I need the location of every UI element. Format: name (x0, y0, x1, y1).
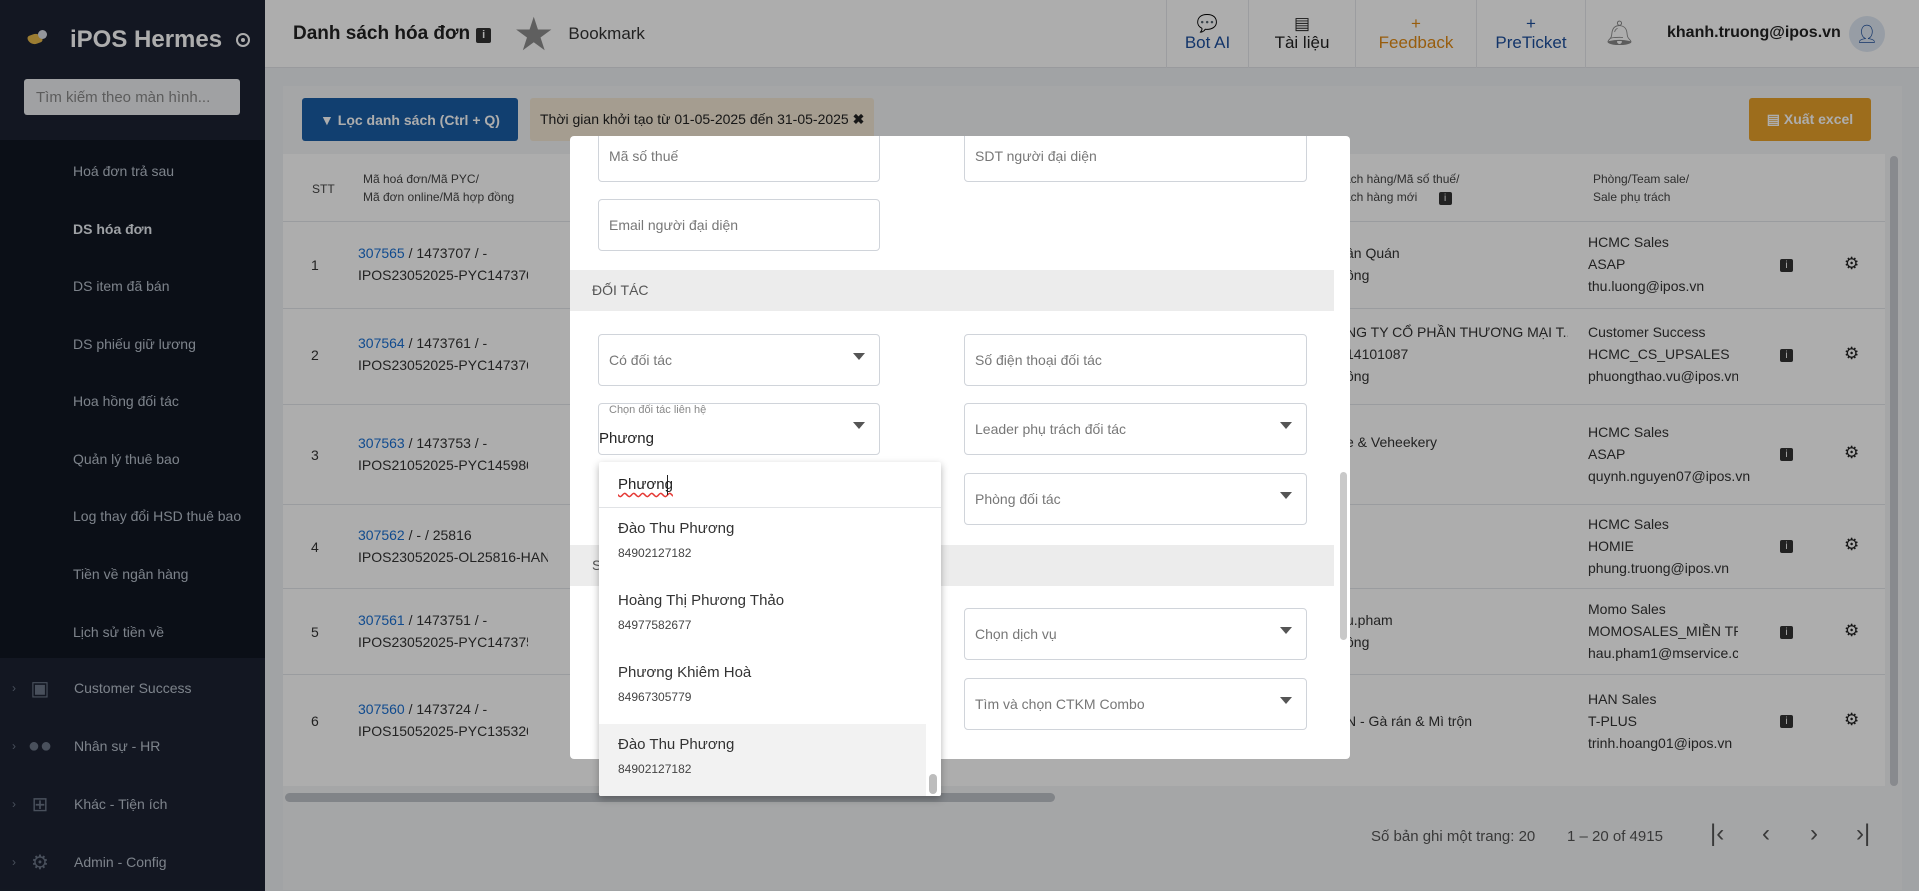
partner-contact-dropdown: Phương Đào Thu Phương 84902127182 Hoàng … (599, 462, 941, 796)
has-partner-select[interactable]: Có đối tác (598, 334, 880, 386)
dropdown-option[interactable]: Hoàng Thị Phương Thảo 84977582677 (599, 580, 926, 652)
dropdown-option[interactable]: Phương Khiêm Hoà 84967305779 (599, 652, 926, 724)
dropdown-arrow-icon (1280, 627, 1292, 634)
dropdown-arrow-icon (1280, 422, 1292, 429)
ctkm-combo-select[interactable]: Tìm và chọn CTKM Combo (964, 678, 1307, 730)
section-doi-tac: ĐỐI TÁC (570, 270, 1334, 311)
rep-email-input[interactable]: Email người đại diện (598, 199, 880, 251)
partner-phone-input[interactable]: Số điện thoại đối tác (964, 334, 1307, 386)
dropdown-search-input[interactable]: Phương (599, 462, 941, 508)
dropdown-arrow-icon (853, 422, 865, 429)
dropdown-option[interactable]: Đào Thu Phương 84902127182 (599, 724, 926, 796)
rep-phone-input[interactable]: SDT người đại diện (964, 136, 1307, 182)
tax-code-input[interactable]: Mã số thuế (598, 136, 880, 182)
text-caret (667, 475, 668, 495)
partner-leader-select[interactable]: Leader phụ trách đối tác (964, 403, 1307, 455)
partner-department-select[interactable]: Phòng đối tác (964, 473, 1307, 525)
dropdown-arrow-icon (1280, 492, 1292, 499)
dropdown-scrollbar[interactable] (929, 774, 937, 794)
service-select[interactable]: Chọn dịch vụ (964, 608, 1307, 660)
modal-scrollbar[interactable] (1340, 472, 1347, 640)
dropdown-arrow-icon (1280, 697, 1292, 704)
partner-contact-select[interactable]: Chọn đối tác liên hệ Phương (598, 403, 880, 455)
dropdown-arrow-icon (853, 353, 865, 360)
dropdown-option[interactable]: Đào Thu Phương 84902127182 (599, 508, 926, 580)
